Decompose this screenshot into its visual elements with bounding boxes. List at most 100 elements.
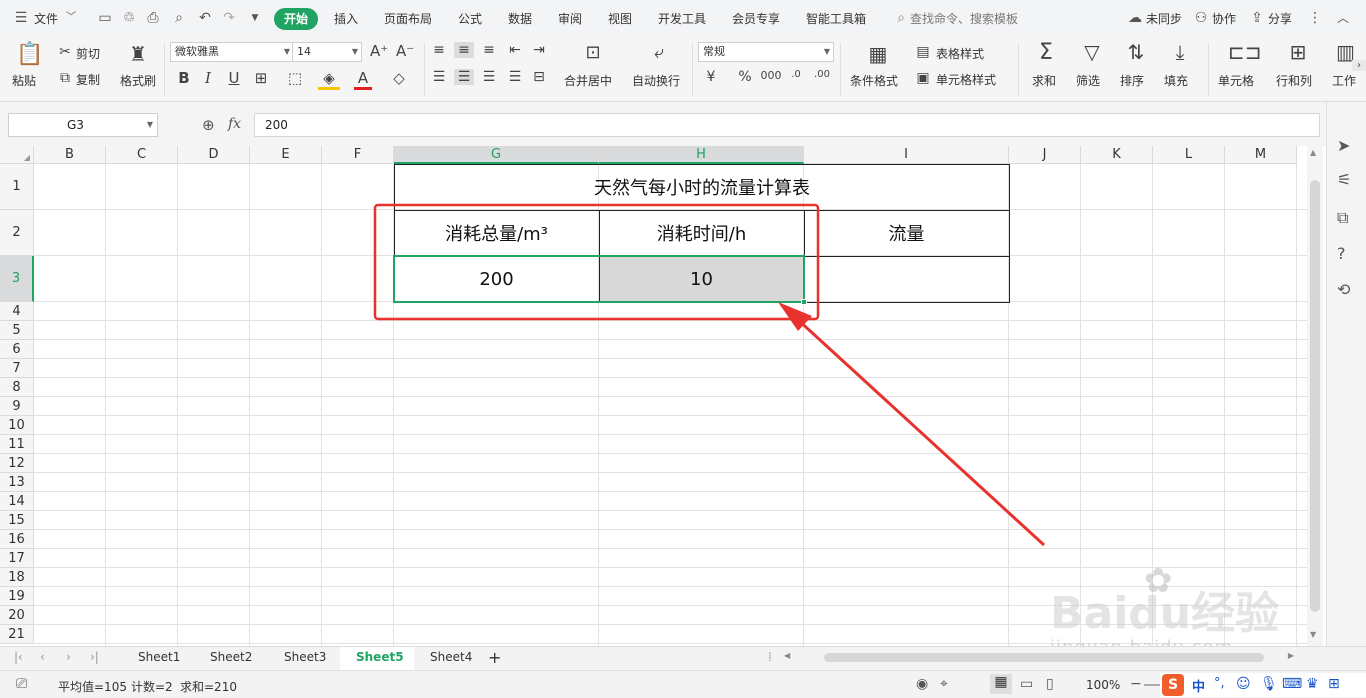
border-icon[interactable]: ⊞ <box>250 69 272 87</box>
bold-icon[interactable]: B <box>176 69 192 87</box>
scroll-right-icon[interactable]: ▶ <box>1288 651 1294 660</box>
fill-color-icon[interactable]: ◈ <box>318 69 340 90</box>
column-header-j[interactable]: J <box>1009 146 1081 164</box>
h-scroll-thumb[interactable] <box>824 653 1264 662</box>
tab-smart-toolbox[interactable]: 智能工具箱 <box>806 10 866 27</box>
menu-icon[interactable]: ☰ <box>12 9 30 27</box>
page-break-view-icon[interactable]: ▯ <box>1046 676 1054 692</box>
ribbon-scroll-icon[interactable]: › <box>1352 60 1366 71</box>
file-menu[interactable]: 文件 <box>34 10 58 27</box>
wrap-text-button[interactable]: 自动换行 <box>632 72 680 89</box>
column-header-g[interactable]: G <box>394 146 599 164</box>
align-center-icon[interactable]: ☰ <box>454 69 474 85</box>
column-header-h[interactable]: H <box>599 146 804 164</box>
row-header-4[interactable]: 4 <box>0 302 34 321</box>
last-sheet-icon[interactable]: ›| <box>90 650 99 664</box>
prev-sheet-icon[interactable]: ‹ <box>40 650 45 664</box>
thousands-icon[interactable]: 000 <box>760 69 782 82</box>
tab-insert[interactable]: 插入 <box>334 10 358 27</box>
row-header-1[interactable]: 1 <box>0 164 34 210</box>
cell-icon[interactable]: ⊏⊐ <box>1228 40 1262 64</box>
cloud-save-icon[interactable]: ♲ <box>120 9 138 27</box>
column-header-f[interactable]: F <box>322 146 394 164</box>
worksheet-button[interactable]: 工作 <box>1332 72 1356 89</box>
sum-icon[interactable]: Σ <box>1034 40 1058 65</box>
page-layout-view-icon[interactable]: ▭ <box>1020 676 1033 692</box>
sogou-logo-icon[interactable]: S <box>1162 674 1184 696</box>
zoom-slider[interactable] <box>1144 684 1160 686</box>
horizontal-scrollbar[interactable]: ◀ ▶ <box>784 651 1294 665</box>
zoom-out-icon[interactable]: − <box>1130 676 1142 692</box>
collapse-ribbon-icon[interactable]: ︿ <box>1334 9 1352 27</box>
font-size-select[interactable]: 14 ▼ <box>292 42 362 62</box>
print-icon[interactable]: ⎙ <box>144 9 162 27</box>
paste-button[interactable]: 粘贴 <box>12 72 36 89</box>
align-top-icon[interactable]: ≡ <box>430 42 448 58</box>
tab-data[interactable]: 数据 <box>508 10 532 27</box>
backup-icon[interactable]: ⟲ <box>1337 280 1350 299</box>
column-header-m[interactable]: M <box>1225 146 1297 164</box>
tab-page-layout[interactable]: 页面布局 <box>384 10 432 27</box>
row-header-10[interactable]: 10 <box>0 416 34 435</box>
currency-icon[interactable]: ¥ <box>702 69 720 85</box>
scroll-left-icon[interactable]: ◀ <box>784 651 790 660</box>
row-header-5[interactable]: 5 <box>0 321 34 340</box>
indent-icon[interactable]: ⇥ <box>530 42 548 58</box>
tab-home[interactable]: 开始 <box>274 8 318 30</box>
fill-pattern-icon[interactable]: ⬚ <box>284 69 306 87</box>
row-header-15[interactable]: 15 <box>0 511 34 530</box>
next-sheet-icon[interactable]: › <box>66 650 71 664</box>
value-consumption-time[interactable]: 10 <box>599 256 804 302</box>
value-flow-rate[interactable] <box>804 256 1009 302</box>
column-header-d[interactable]: D <box>178 146 250 164</box>
row-header-12[interactable]: 12 <box>0 454 34 473</box>
redo-icon[interactable]: ↷ <box>220 9 238 27</box>
header-flow-rate[interactable]: 流量 <box>804 210 1009 256</box>
row-col-button[interactable]: 行和列 <box>1276 72 1312 89</box>
underline-icon[interactable]: U <box>226 69 242 87</box>
row-header-6[interactable]: 6 <box>0 340 34 359</box>
align-right-icon[interactable]: ☰ <box>480 69 498 85</box>
row-header-9[interactable]: 9 <box>0 397 34 416</box>
wrap-text-icon[interactable]: ⤶ <box>646 42 672 63</box>
cut-button[interactable]: 剪切 <box>76 45 100 62</box>
cell-style-button[interactable]: 单元格样式 <box>936 71 996 88</box>
distribute-icon[interactable]: ⊟ <box>530 69 548 85</box>
sum-button[interactable]: 求和 <box>1032 72 1056 89</box>
font-name-select[interactable]: 微软雅黑 ▼ <box>170 42 294 62</box>
paste-icon[interactable]: 📋 <box>16 42 43 67</box>
align-left-icon[interactable]: ☰ <box>430 69 448 85</box>
tab-review[interactable]: 审阅 <box>558 10 582 27</box>
conditional-format-icon[interactable]: ▦ <box>866 42 890 66</box>
name-box[interactable]: G3 ▼ <box>8 113 158 137</box>
fill-handle[interactable] <box>801 299 807 305</box>
row-header-21[interactable]: 21 <box>0 625 34 644</box>
scroll-down-icon[interactable]: ▼ <box>1310 630 1316 639</box>
row-header-2[interactable]: 2 <box>0 210 34 256</box>
filter-button[interactable]: 筛选 <box>1076 72 1100 89</box>
select-all-corner[interactable]: ◢ <box>0 146 34 164</box>
copy-icon[interactable]: ⧉ <box>56 70 74 86</box>
header-consumption-time[interactable]: 消耗时间/h <box>599 210 804 256</box>
fx-icon[interactable]: fx <box>228 116 241 132</box>
justify-icon[interactable]: ☰ <box>506 69 524 85</box>
vertical-scrollbar[interactable]: ▲ ▼ <box>1307 146 1323 646</box>
decrease-decimal-icon[interactable]: .00 <box>812 69 832 80</box>
merge-center-button[interactable]: 合并居中 <box>564 72 612 89</box>
italic-icon[interactable]: I <box>200 69 216 87</box>
row-header-13[interactable]: 13 <box>0 473 34 492</box>
undo-icon[interactable]: ↶ <box>196 9 214 27</box>
print-preview-icon[interactable]: ⌕ <box>170 9 188 27</box>
chevron-down-icon[interactable]: ﹀ <box>62 9 80 27</box>
spreadsheet-grid[interactable]: ◢ B C D E F G H I J K L M 1 2 3 4 5 6 7 8 9 10 11 12 13 14 15 16 17 1… <box>0 146 1307 646</box>
row-header-17[interactable]: 17 <box>0 549 34 568</box>
align-bottom-icon[interactable]: ≡ <box>480 42 498 58</box>
tab-developer[interactable]: 开发工具 <box>658 10 706 27</box>
value-total-consumption[interactable]: 200 <box>394 256 599 302</box>
keyboard-icon[interactable]: ⌨ <box>1282 676 1302 692</box>
zoom-level[interactable]: 100% <box>1086 678 1120 692</box>
tab-member[interactable]: 会员专享 <box>732 10 780 27</box>
format-painter-icon[interactable]: ♜ <box>126 42 150 66</box>
decrease-font-icon[interactable]: A⁻ <box>396 42 414 60</box>
quick-access-dropdown-icon[interactable]: ▼ <box>246 9 264 27</box>
